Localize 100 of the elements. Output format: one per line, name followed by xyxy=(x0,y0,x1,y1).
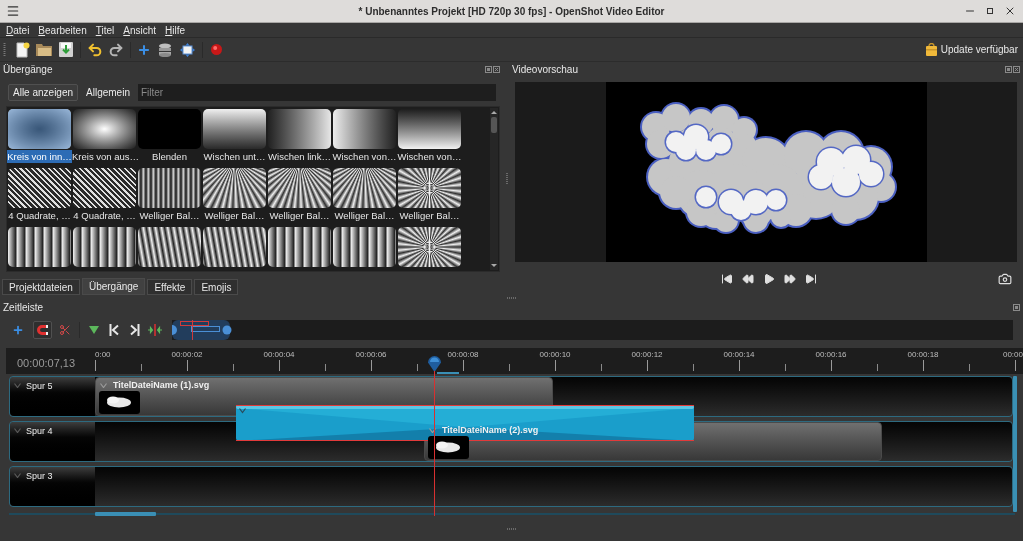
transition-thumbnail[interactable] xyxy=(268,109,331,149)
play-icon[interactable] xyxy=(762,272,775,285)
fullscreen-icon[interactable] xyxy=(180,42,195,57)
transition-thumbnail[interactable] xyxy=(8,109,71,149)
ruler-label: 00:00:04 xyxy=(263,350,295,359)
line-chevron-right-icon[interactable] xyxy=(129,324,140,336)
transition-thumbnail[interactable] xyxy=(73,168,136,208)
transition-label[interactable]: Wischen von… xyxy=(397,150,462,163)
transition-thumbnail[interactable] xyxy=(398,227,461,267)
transition-label[interactable]: Welliger Bal… xyxy=(267,209,332,222)
float-icon[interactable] xyxy=(485,66,492,73)
menu-item[interactable]: Datei xyxy=(6,22,30,38)
transition-thumbnail[interactable] xyxy=(73,109,136,149)
skip-back-icon[interactable] xyxy=(720,272,733,285)
menu-item[interactable]: Bearbeiten xyxy=(38,22,87,38)
camera-icon[interactable] xyxy=(998,271,1012,286)
transition-label[interactable]: Wischen von… xyxy=(332,150,397,163)
vertical-scrollbar[interactable] xyxy=(490,108,498,270)
drag-handle-icon[interactable] xyxy=(3,42,6,57)
playhead-marker[interactable] xyxy=(427,355,442,516)
dock-tab[interactable]: Projektdateien xyxy=(2,279,80,295)
float-icon[interactable] xyxy=(1005,66,1012,73)
transition-label[interactable]: Wischen unt… xyxy=(202,150,267,163)
transition-thumbnail[interactable] xyxy=(333,168,396,208)
undo-icon[interactable] xyxy=(87,41,103,58)
transition-label[interactable]: Welliger Bal… xyxy=(332,209,397,222)
arrows-to-line-icon[interactable] xyxy=(148,324,162,336)
menu-item[interactable]: Ansicht xyxy=(123,22,157,38)
transition-label[interactable]: Welliger Bal… xyxy=(137,209,202,222)
transition-thumbnail[interactable] xyxy=(203,227,266,267)
transition-thumbnail[interactable] xyxy=(203,109,266,149)
transition-thumbnail[interactable] xyxy=(398,109,461,149)
vertical-scrollbar[interactable] xyxy=(1013,376,1017,512)
dock-tab[interactable]: Effekte xyxy=(147,279,193,295)
caret-icon[interactable] xyxy=(14,428,21,433)
time-ruler[interactable]: 00:00:07,13 0:00 00:00:02 00:00:04 00:00:06 00:00:08 00:00:10 00:00:12 00:00:14 00:00:16 00:00:18 00:00 xyxy=(6,348,1023,374)
record-icon[interactable] xyxy=(211,44,222,55)
transition-thumbnail[interactable] xyxy=(138,227,201,267)
transition-thumbnail[interactable] xyxy=(268,168,331,208)
fast-forward-icon[interactable] xyxy=(783,272,796,285)
update-button[interactable]: Update verfügbar xyxy=(925,42,1018,57)
redo-icon[interactable] xyxy=(108,41,124,58)
ruler-label: 00:00:18 xyxy=(907,350,939,359)
transition-thumbnail[interactable] xyxy=(138,109,201,149)
disk-stack-icon[interactable] xyxy=(158,42,172,57)
track-header[interactable]: Spur 3 xyxy=(10,467,95,506)
transition-thumbnail[interactable] xyxy=(333,227,396,267)
line-chevron-left-icon[interactable] xyxy=(109,324,120,336)
panel-title: Übergänge xyxy=(3,63,53,77)
rewind-icon[interactable] xyxy=(741,272,754,285)
transition-thumbnail[interactable] xyxy=(8,227,71,267)
transition-thumbnail[interactable] xyxy=(203,168,266,208)
clip-thumbnail xyxy=(428,436,469,459)
transition-label[interactable]: Blenden xyxy=(137,150,202,163)
transition-thumbnail[interactable] xyxy=(138,168,201,208)
skip-forward-icon[interactable] xyxy=(804,272,817,285)
add-icon[interactable] xyxy=(137,42,151,57)
transition-thumbnail[interactable] xyxy=(73,227,136,267)
transition-label[interactable]: Welliger Bal… xyxy=(202,209,267,222)
menu-icon[interactable] xyxy=(6,4,20,18)
float-icon[interactable] xyxy=(1013,303,1020,311)
minimap-viewport[interactable] xyxy=(172,320,232,340)
filter-button[interactable]: Allgemein xyxy=(81,84,135,101)
transition-label[interactable]: 4 Quadrate, … xyxy=(72,209,137,222)
transition-thumbnail[interactable] xyxy=(333,109,396,149)
transition-thumbnail[interactable] xyxy=(8,168,71,208)
track-header[interactable]: Spur 5 xyxy=(10,377,95,416)
clip-name: TitelDateiName (1).svg xyxy=(113,380,210,391)
maximize-icon[interactable] xyxy=(987,8,993,14)
track-header[interactable]: Spur 4 xyxy=(10,422,95,461)
splitter-handle[interactable] xyxy=(506,297,517,299)
transition-label[interactable]: Welliger Bal… xyxy=(397,209,462,222)
save-icon[interactable] xyxy=(59,42,73,57)
clip-thumbnail xyxy=(99,391,140,414)
transition-label[interactable]: Kreis von aus… xyxy=(72,150,137,163)
panel-title: Videovorschau xyxy=(512,63,578,77)
new-file-icon[interactable] xyxy=(15,41,30,58)
transition-label[interactable]: 4 Quadrate, … xyxy=(7,209,72,222)
caret-icon[interactable] xyxy=(14,383,21,388)
filter-button[interactable]: Alle anzeigen xyxy=(8,84,79,101)
splitter-handle[interactable] xyxy=(506,527,517,530)
transition-label[interactable]: Kreis von inn… xyxy=(7,150,72,163)
menu-item[interactable]: Titel xyxy=(95,22,115,38)
filter-field[interactable]: Filter xyxy=(137,84,496,101)
close-icon[interactable] xyxy=(1004,5,1016,17)
add-track-icon[interactable] xyxy=(12,324,24,336)
caret-icon[interactable] xyxy=(14,473,21,478)
menu-item[interactable]: Hilfe xyxy=(165,22,186,38)
splitter-handle[interactable] xyxy=(505,173,508,185)
scissors-icon[interactable] xyxy=(59,324,71,336)
horizontal-scrollbar[interactable] xyxy=(9,512,1015,516)
dock-tab[interactable]: Emojis xyxy=(194,279,239,295)
transition-thumbnail[interactable] xyxy=(268,227,331,267)
dock-tab[interactable]: Übergänge xyxy=(81,278,146,295)
transition-label[interactable]: Wischen link… xyxy=(267,150,332,163)
folder-icon[interactable] xyxy=(36,43,52,56)
transition-thumbnail[interactable] xyxy=(398,168,461,208)
triangle-down-icon[interactable] xyxy=(89,326,99,334)
caret-icon[interactable] xyxy=(238,407,247,414)
snapping-toggle[interactable] xyxy=(33,321,52,339)
